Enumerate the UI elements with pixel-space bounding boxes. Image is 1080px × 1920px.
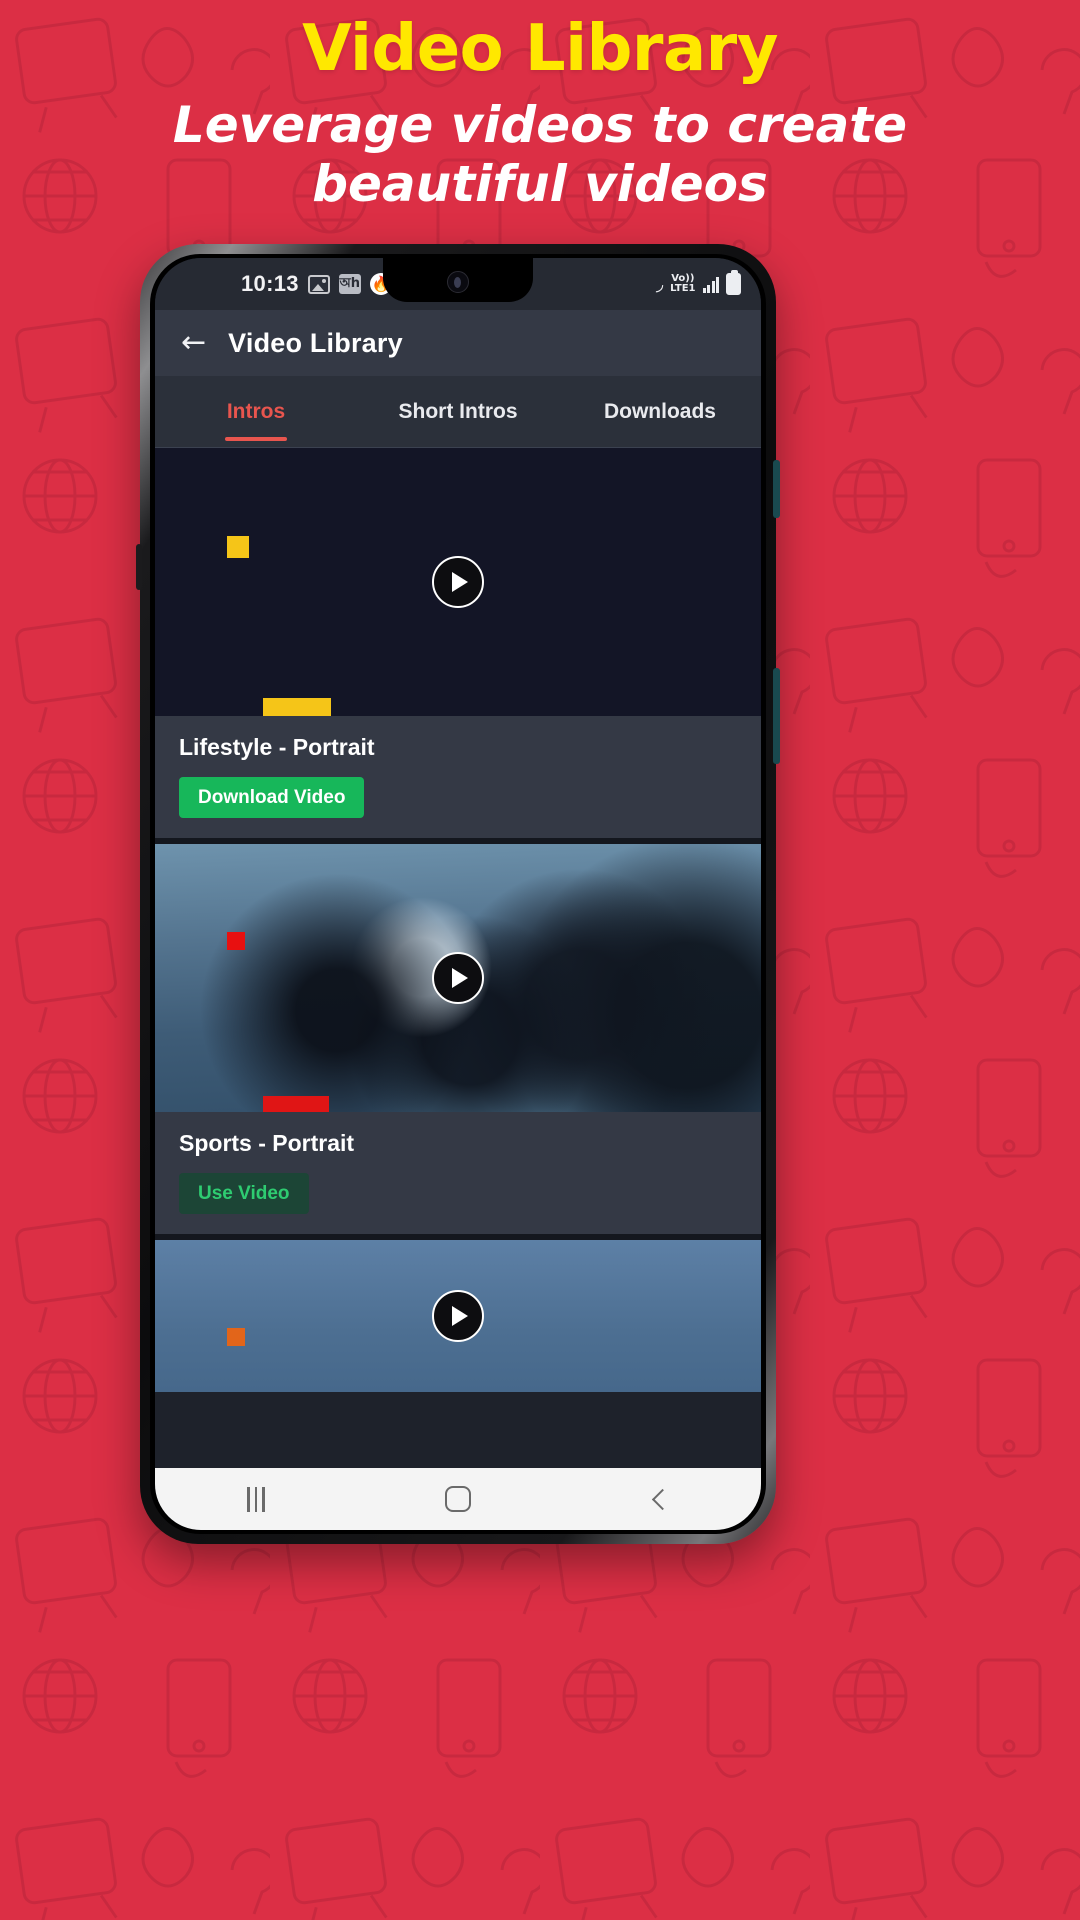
system-nav-bar bbox=[155, 1468, 761, 1530]
power-button[interactable] bbox=[773, 668, 780, 764]
gallery-icon bbox=[307, 274, 330, 294]
use-video-button[interactable]: Use Video bbox=[179, 1173, 309, 1214]
battery-icon bbox=[726, 270, 741, 295]
back-button[interactable] bbox=[559, 1488, 761, 1510]
video-thumbnail[interactable] bbox=[155, 448, 761, 716]
tab-short-intros[interactable]: Short Intros bbox=[357, 376, 559, 447]
tab-bar: Intros Short Intros Downloads bbox=[155, 376, 761, 448]
video-title: Lifestyle - Portrait bbox=[179, 734, 375, 760]
back-icon bbox=[651, 1488, 674, 1510]
phone-screen: 10:13 অh 🔥 ◞ Vo)) LTE1 ← Video Library I… bbox=[155, 258, 761, 1530]
wifi-icon: ◞ bbox=[655, 273, 664, 295]
volte-icon: Vo)) LTE1 bbox=[670, 273, 696, 295]
tab-intros[interactable]: Intros bbox=[155, 376, 357, 447]
video-thumbnail[interactable] bbox=[155, 1240, 761, 1392]
thumbnail-accent-square bbox=[227, 932, 245, 950]
video-list[interactable]: Lifestyle - Portrait Download Video Spor… bbox=[155, 448, 761, 1468]
tab-short-intros-label: Short Intros bbox=[398, 399, 518, 423]
signal-icon bbox=[702, 276, 719, 293]
promo-title: Video Library bbox=[302, 12, 778, 86]
video-card[interactable] bbox=[155, 1240, 761, 1392]
play-icon[interactable] bbox=[432, 952, 484, 1004]
recents-button[interactable] bbox=[155, 1486, 357, 1512]
thumbnail-accent-bar bbox=[263, 698, 331, 716]
tab-intros-label: Intros bbox=[226, 399, 286, 423]
page-title: Video Library bbox=[228, 327, 403, 358]
app-icon: অh bbox=[338, 274, 361, 294]
recents-icon bbox=[247, 1486, 265, 1512]
status-time: 10:13 bbox=[241, 271, 299, 296]
volume-button[interactable] bbox=[773, 460, 780, 518]
tab-downloads[interactable]: Downloads bbox=[559, 376, 761, 447]
front-camera-icon bbox=[447, 271, 469, 293]
home-icon bbox=[445, 1486, 471, 1512]
tab-active-indicator bbox=[225, 437, 287, 441]
video-card[interactable]: Sports - Portrait Use Video bbox=[155, 844, 761, 1234]
video-thumbnail[interactable] bbox=[155, 844, 761, 1112]
home-button[interactable] bbox=[357, 1486, 559, 1512]
download-video-button[interactable]: Download Video bbox=[179, 777, 365, 818]
phone-mockup: 10:13 অh 🔥 ◞ Vo)) LTE1 ← Video Library I… bbox=[136, 244, 780, 1544]
volte-line-2: LTE1 bbox=[670, 283, 696, 294]
play-icon[interactable] bbox=[432, 1290, 484, 1342]
sim-tray bbox=[136, 544, 142, 590]
promo-subtitle: Leverage videos to create beautiful vide… bbox=[172, 96, 908, 214]
app-bar: ← Video Library bbox=[155, 310, 761, 376]
tab-downloads-label: Downloads bbox=[603, 399, 716, 423]
play-icon[interactable] bbox=[432, 556, 484, 608]
video-card[interactable]: Lifestyle - Portrait Download Video bbox=[155, 448, 761, 838]
back-arrow-icon[interactable]: ← bbox=[181, 328, 206, 358]
thumbnail-accent-square bbox=[227, 536, 249, 558]
promo-headline: Video Library Leverage videos to create … bbox=[0, 0, 1080, 214]
thumbnail-accent-square bbox=[227, 1328, 245, 1346]
video-title: Sports - Portrait bbox=[179, 1130, 355, 1156]
thumbnail-accent-bar bbox=[263, 1096, 329, 1112]
